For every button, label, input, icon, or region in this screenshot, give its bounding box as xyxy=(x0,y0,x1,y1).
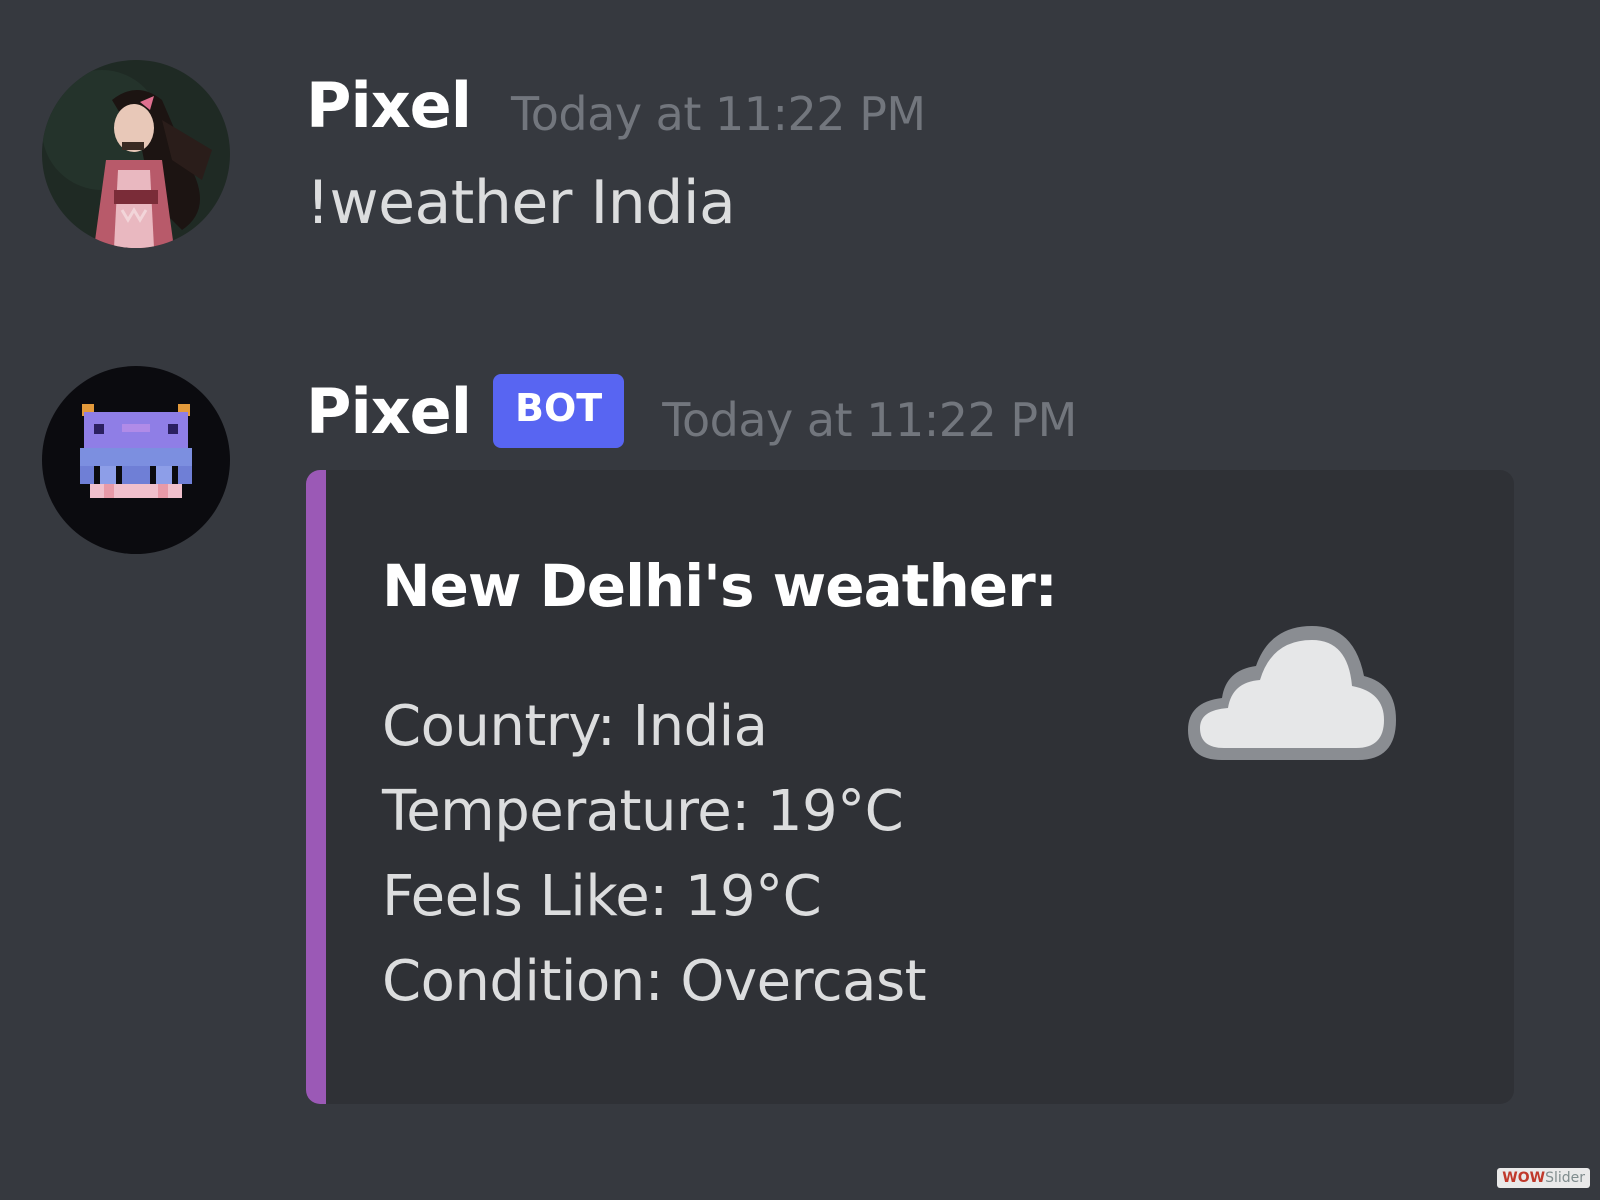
weather-embed: New Delhi's weather: Country: India Temp… xyxy=(306,470,1514,1104)
embed-field-country: Country: India xyxy=(382,694,768,759)
user-avatar[interactable] xyxy=(42,60,230,248)
timestamp[interactable]: Today at 11:22 PM xyxy=(662,393,1077,447)
embed-field-temperature: Temperature: 19°C xyxy=(382,779,904,844)
embed-accent-bar xyxy=(306,470,326,1104)
bot-badge: BOT xyxy=(493,374,625,448)
bot-avatar[interactable] xyxy=(42,366,230,554)
embed-field-condition: Condition: Overcast xyxy=(382,949,927,1014)
cloud-icon xyxy=(1188,626,1396,760)
embed-description: Country: India Temperature: 19°C Feels L… xyxy=(382,684,927,1024)
pixel-creature-avatar-icon xyxy=(42,366,230,554)
embed-field-feels-like: Feels Like: 19°C xyxy=(382,864,822,929)
timestamp[interactable]: Today at 11:22 PM xyxy=(511,87,926,141)
message-header: Pixel Today at 11:22 PM xyxy=(306,60,926,150)
watermark-part-1: WOW xyxy=(1502,1170,1546,1186)
username[interactable]: Pixel xyxy=(306,375,472,448)
embed-thumbnail[interactable] xyxy=(1182,620,1402,770)
message-text: !weather India xyxy=(306,168,736,238)
username[interactable]: Pixel xyxy=(306,69,472,142)
embed-title: New Delhi's weather: xyxy=(382,552,1058,620)
watermark-part-2: Slider xyxy=(1545,1170,1585,1186)
anime-girl-avatar-icon xyxy=(42,60,230,248)
message-header: Pixel BOT Today at 11:22 PM xyxy=(306,366,1077,456)
watermark: WOWSlider xyxy=(1497,1168,1590,1188)
